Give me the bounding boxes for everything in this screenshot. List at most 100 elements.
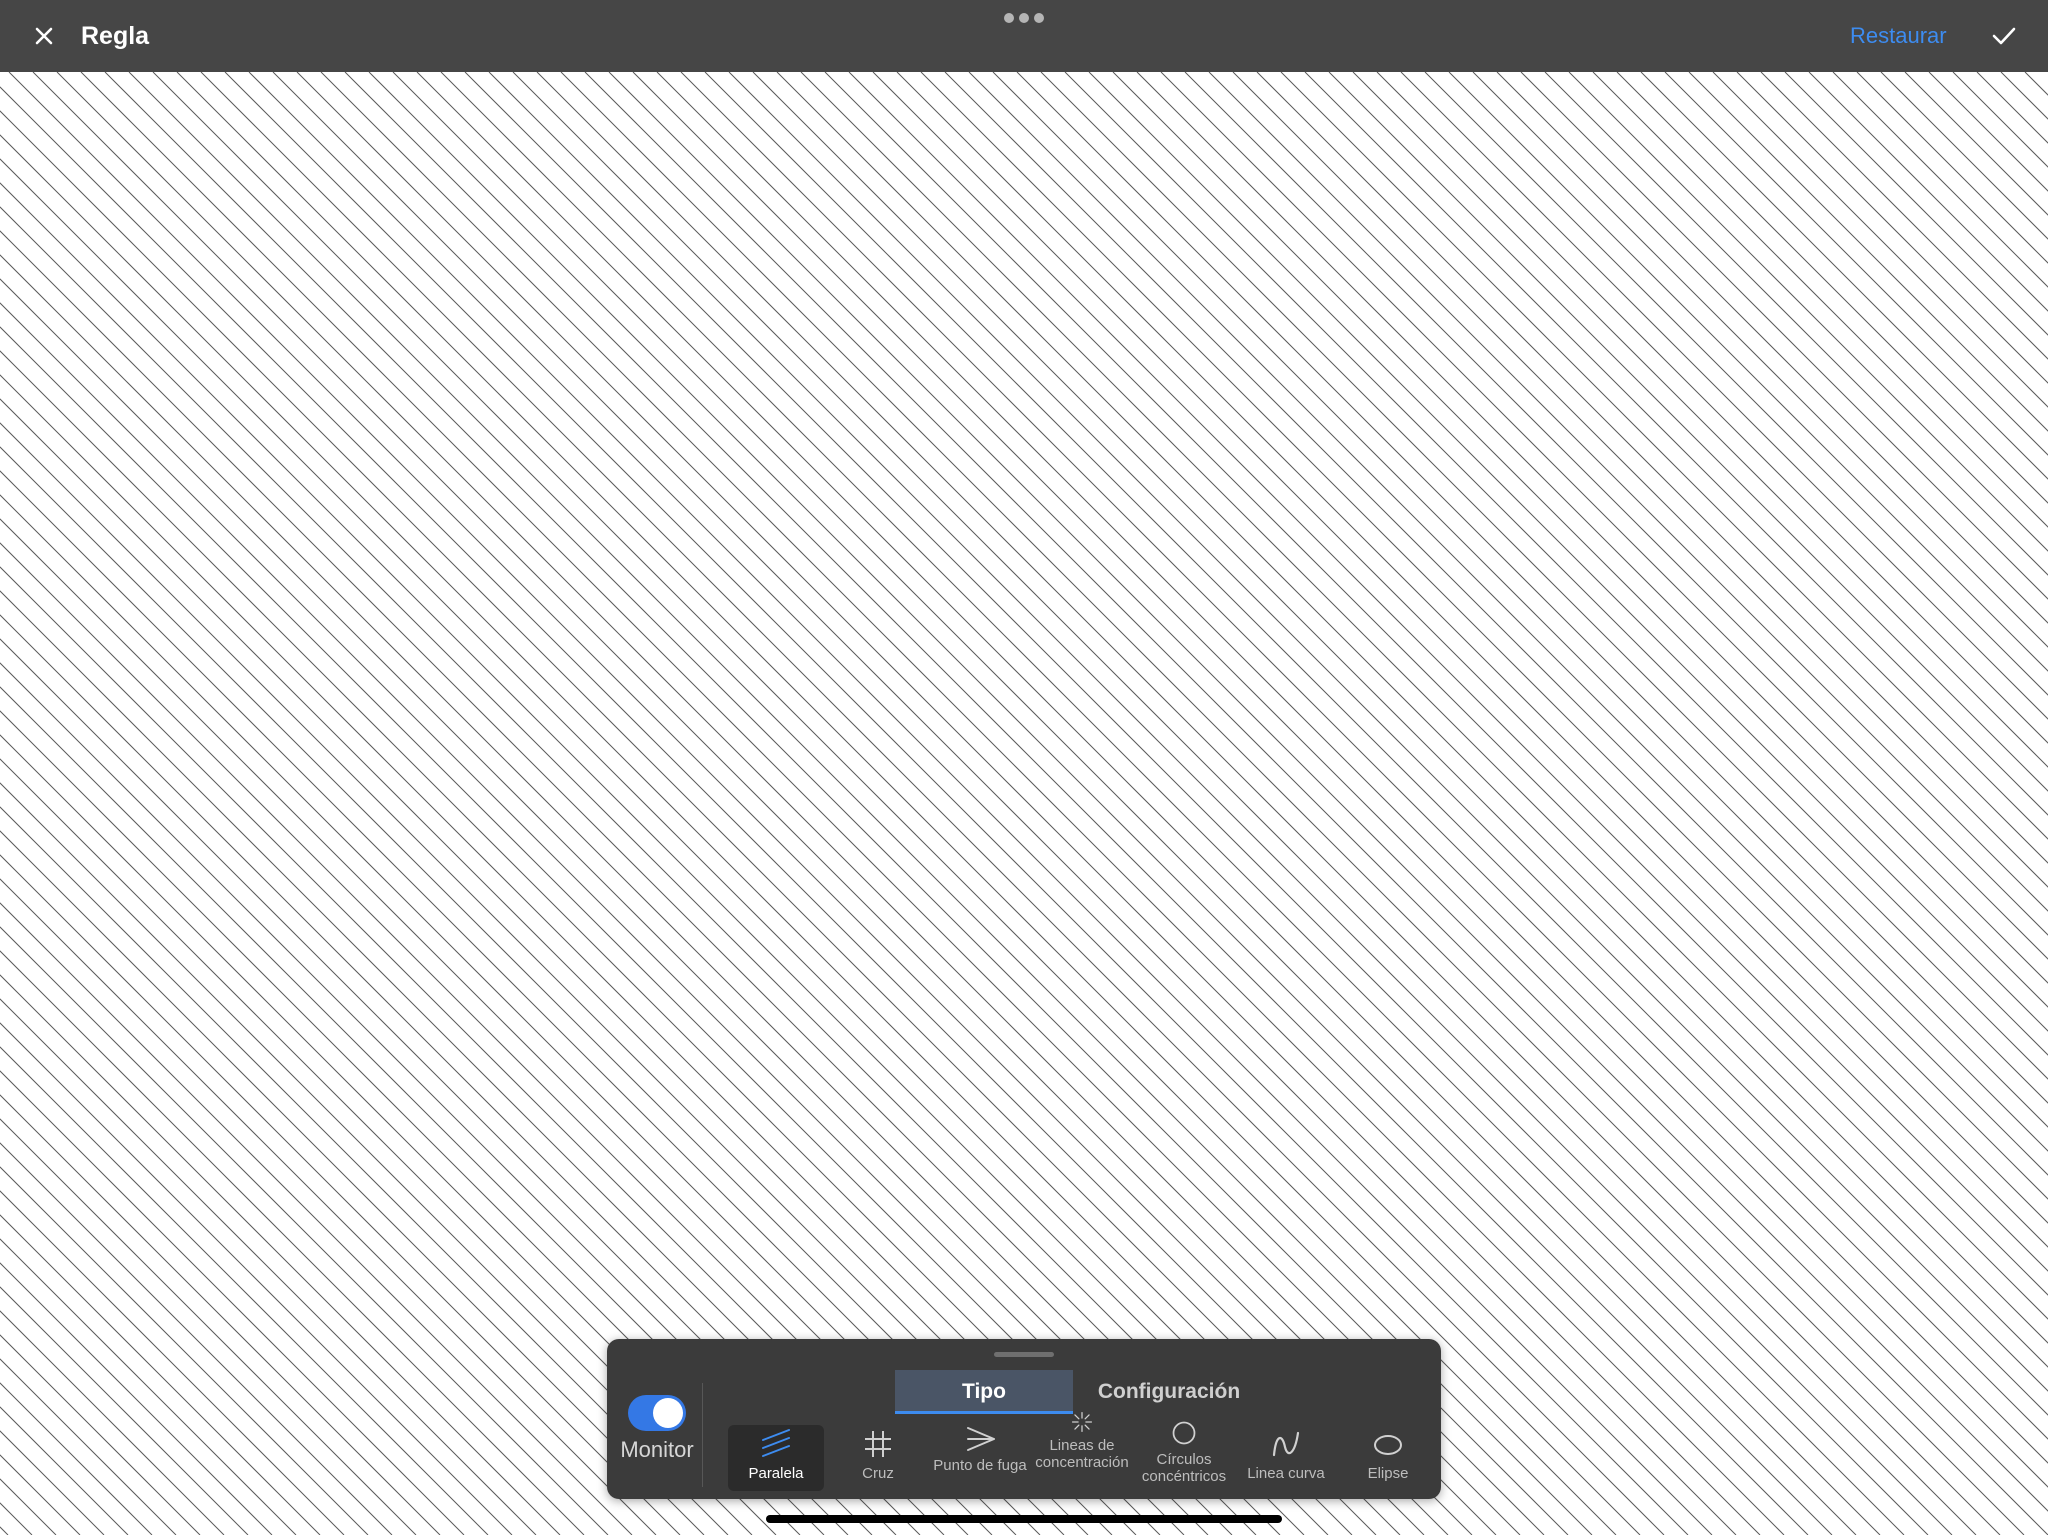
- guide-line: [0, 254, 1281, 1535]
- restore-button[interactable]: Restaurar: [1850, 18, 1947, 54]
- guide-line: [0, 206, 1329, 1535]
- guide-line: [1088, 72, 2048, 1032]
- monitor-label: Monitor: [620, 1437, 694, 1462]
- guide-line: [0, 1118, 417, 1535]
- guide-line: [0, 590, 945, 1535]
- grid-cross-icon: [865, 1431, 891, 1457]
- guide-line: [176, 72, 1641, 1535]
- guide-line: [0, 830, 705, 1535]
- guide-line: [896, 72, 2048, 1224]
- guide-line: [32, 72, 1497, 1535]
- guide-line: [1472, 72, 2048, 648]
- guide-line: [0, 302, 1233, 1535]
- curve-line-icon: [1272, 1431, 1300, 1457]
- guide-line: [1136, 72, 2048, 984]
- guide-line: [8, 72, 1473, 1535]
- tool-linea-curva[interactable]: Linea curva: [1238, 1425, 1334, 1491]
- tool-cruz[interactable]: Cruz: [830, 1425, 926, 1491]
- tool-label: Punto de fuga: [933, 1457, 1027, 1474]
- guide-line: [752, 72, 2048, 1368]
- ellipse-icon: [1374, 1435, 1402, 1455]
- checkmark-icon: [1992, 27, 2016, 45]
- guide-line: [0, 1358, 177, 1535]
- confirm-button[interactable]: [1986, 18, 2022, 54]
- guide-line: [1424, 72, 2048, 696]
- guide-line: [0, 1070, 465, 1535]
- tool-label: Paralela: [748, 1465, 804, 1482]
- guide-line: [488, 72, 1953, 1535]
- guide-line: [128, 72, 1593, 1535]
- guide-line: [1232, 72, 2048, 888]
- concentric-circle-icon: [1172, 1421, 1196, 1445]
- tool-circulos-concentricos[interactable]: Círculos concéntricos: [1136, 1419, 1232, 1485]
- tool-label: Lineas de concentración: [1035, 1436, 1129, 1471]
- radial-lines-icon: [1071, 1411, 1093, 1433]
- tool-elipse[interactable]: Elipse: [1340, 1425, 1436, 1491]
- tool-label: Cruz: [862, 1465, 894, 1482]
- guide-line: [536, 72, 2001, 1535]
- guide-line: [296, 72, 1761, 1535]
- tool-label: Linea curva: [1247, 1465, 1325, 1482]
- guide-line: [0, 1310, 225, 1535]
- guide-line: [0, 1166, 369, 1535]
- guide-line: [512, 72, 1977, 1535]
- guide-line: [608, 72, 2048, 1512]
- dot-icon: [1034, 13, 1044, 23]
- tool-label: Círculos concéntricos: [1141, 1451, 1227, 1485]
- guide-line: [992, 72, 2048, 1128]
- vanishing-point-icon: [967, 1427, 995, 1451]
- tab-tipo[interactable]: Tipo: [895, 1370, 1073, 1414]
- top-bar: Regla Restaurar: [0, 0, 2048, 72]
- panel-drag-handle[interactable]: [994, 1352, 1054, 1357]
- tool-punto-de-fuga[interactable]: Punto de fuga: [932, 1425, 1028, 1491]
- monitor-toggle[interactable]: [628, 1395, 686, 1431]
- page-title: Regla: [81, 22, 150, 50]
- guide-line: [1952, 72, 2048, 168]
- guide-line: [0, 782, 753, 1535]
- guide-line: [416, 72, 1881, 1535]
- guide-line: [0, 1262, 273, 1535]
- tool-lineas-de-concentracion[interactable]: Lineas de concentración: [1034, 1411, 1130, 1477]
- guide-line: [440, 72, 1905, 1535]
- guide-line: [0, 110, 1425, 1535]
- guide-line: [272, 72, 1737, 1535]
- guide-line: [1664, 72, 2048, 456]
- guide-line: [1712, 72, 2048, 408]
- guide-line: [368, 72, 1833, 1535]
- guide-line: [0, 158, 1377, 1535]
- dot-icon: [1004, 13, 1014, 23]
- close-button[interactable]: [26, 18, 62, 54]
- toggle-knob: [653, 1398, 683, 1428]
- guide-line: [944, 72, 2048, 1176]
- guide-line: [1616, 72, 2048, 504]
- guide-line: [152, 72, 1617, 1535]
- divider: [702, 1383, 703, 1487]
- guide-line: [704, 72, 2048, 1416]
- ruler-preview-canvas[interactable]: [0, 72, 2048, 1535]
- home-indicator: [766, 1515, 1282, 1523]
- guide-line: [0, 398, 1137, 1535]
- guide-line: [344, 72, 1809, 1535]
- dot-icon: [1019, 13, 1029, 23]
- ruler-type-panel: Monitor Tipo Configuración Paralela Cruz…: [607, 1339, 1441, 1499]
- guide-line: [56, 72, 1521, 1535]
- monitor-control: Monitor: [607, 1379, 702, 1495]
- guide-line: [392, 72, 1857, 1535]
- guide-line: [248, 72, 1713, 1535]
- close-icon: [35, 27, 53, 45]
- more-options-handle[interactable]: [1004, 12, 1044, 24]
- guide-line: [1184, 72, 2048, 936]
- guide-line: [1568, 72, 2048, 552]
- guide-line: [200, 72, 1665, 1535]
- guide-line: [656, 72, 2048, 1464]
- guide-line: [0, 878, 657, 1535]
- guide-line: [1520, 72, 2048, 600]
- tool-paralela[interactable]: Paralela: [728, 1425, 824, 1491]
- guide-line: [464, 72, 1929, 1535]
- guide-line: [0, 638, 897, 1535]
- tab-configuracion[interactable]: Configuración: [1079, 1370, 1259, 1414]
- guide-line: [584, 72, 2048, 1535]
- guide-line: [0, 734, 801, 1535]
- guide-line: [104, 72, 1569, 1535]
- guide-line: [0, 1214, 321, 1535]
